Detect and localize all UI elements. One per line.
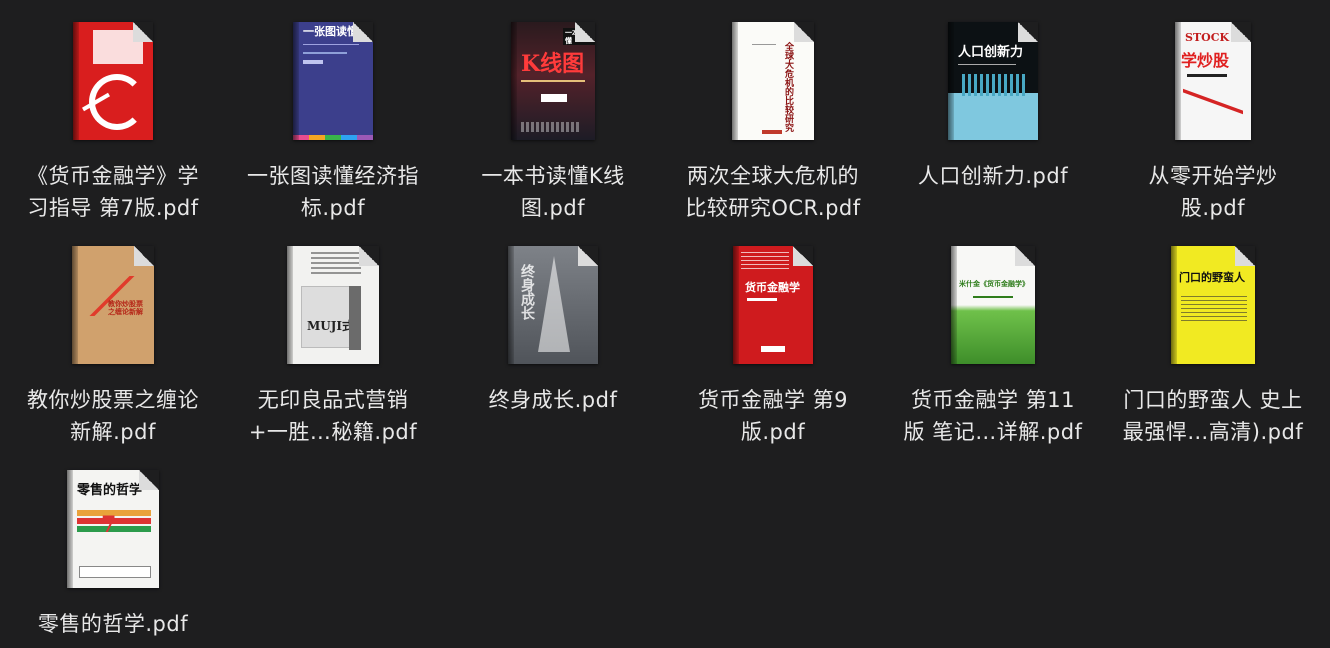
file-name: 无印良品式营销 +一胜…秘籍.pdf <box>248 388 418 444</box>
file-name: 终身成长.pdf <box>488 388 618 412</box>
pdf-thumbnail: 一本书读懂 K线图 <box>511 22 595 140</box>
file-name: 零售的哲学.pdf <box>37 612 189 636</box>
file-item[interactable]: 终身成长 终身成长.pdf <box>448 242 658 416</box>
pdf-thumbnail: 零售的哲学 7 <box>67 470 159 588</box>
pdf-thumbnail: 米什金《货币金融学》 <box>951 246 1035 364</box>
file-item[interactable]: 零售的哲学 7 零售的哲学.pdf <box>8 466 218 640</box>
pdf-thumbnail <box>73 22 153 140</box>
pdf-thumbnail: 全球大危机的比较研究 <box>732 22 814 140</box>
file-name: 人口创新力.pdf <box>917 164 1069 188</box>
pdf-thumbnail: 一张图读懂经 <box>293 22 373 140</box>
file-item[interactable]: 一本书读懂 K线图 一本书读懂K线图.pdf <box>448 18 658 224</box>
pdf-thumbnail: 门口的野蛮人 <box>1171 246 1255 364</box>
file-name: 《货币金融学》学 习指导 第7版.pdf <box>27 164 199 220</box>
file-name: 教你炒股票之缠论 新解.pdf <box>27 388 199 444</box>
file-name: 一本书读懂K线 图.pdf <box>481 164 625 220</box>
pdf-thumbnail: 人口创新力 <box>948 22 1038 140</box>
pdf-thumbnail: STOCK 学炒股 <box>1175 22 1251 140</box>
file-name: 两次全球大危机的 比较研究OCR.pdf <box>685 164 861 220</box>
file-item[interactable]: 人口创新力 人口创新力.pdf <box>888 18 1098 192</box>
file-item[interactable]: 米什金《货币金融学》 货币金融学 第11 版 笔记…详解.pdf <box>888 242 1098 448</box>
file-item[interactable]: 货币金融学 货币金融学 第9 版.pdf <box>668 242 878 448</box>
pdf-thumbnail: 货币金融学 <box>733 246 813 364</box>
file-name: 一张图读懂经济指 标.pdf <box>247 164 419 220</box>
file-item[interactable]: STOCK 学炒股 从零开始学炒 股.pdf <box>1108 18 1318 224</box>
file-item[interactable]: MUJI式 无印良品式营销 +一胜…秘籍.pdf <box>228 242 438 448</box>
pdf-thumbnail: MUJI式 <box>287 246 379 364</box>
file-item[interactable]: 一张图读懂经 一张图读懂经济指 标.pdf <box>228 18 438 224</box>
file-item[interactable]: 全球大危机的比较研究 两次全球大危机的 比较研究OCR.pdf <box>668 18 878 224</box>
file-item[interactable]: 门口的野蛮人 门口的野蛮人 史上 最强悍…高清).pdf <box>1108 242 1318 448</box>
pdf-thumbnail: 教你炒股票之缠论新解 <box>72 246 154 364</box>
file-item[interactable]: 《货币金融学》学 习指导 第7版.pdf <box>8 18 218 224</box>
file-name: 货币金融学 第9 版.pdf <box>697 388 849 444</box>
pdf-thumbnail: 终身成长 <box>508 246 598 364</box>
file-name: 货币金融学 第11 版 笔记…详解.pdf <box>903 388 1083 444</box>
file-item[interactable]: 教你炒股票之缠论新解 教你炒股票之缠论 新解.pdf <box>8 242 218 448</box>
file-name: 门口的野蛮人 史上 最强悍…高清).pdf <box>1122 388 1304 444</box>
file-name: 从零开始学炒 股.pdf <box>1148 164 1278 220</box>
